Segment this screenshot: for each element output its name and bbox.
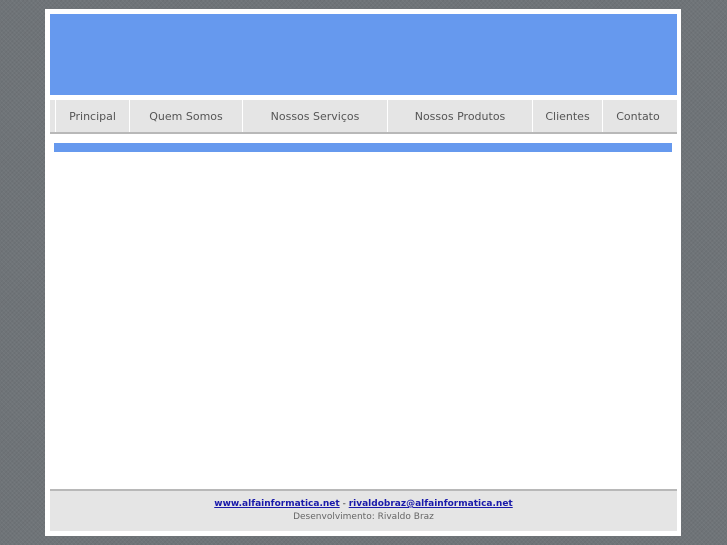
nav-item-nossos-produtos[interactable]: Nossos Produtos <box>388 100 533 132</box>
email-link[interactable]: rivaldobraz@alfainformatica.net <box>349 499 513 509</box>
nav-item-principal[interactable]: Principal <box>56 100 130 132</box>
footer-links: www.alfainformatica.net - rivaldobraz@al… <box>50 498 677 510</box>
content-top-bar <box>54 143 672 152</box>
nav-item-contato[interactable]: Contato <box>603 100 673 132</box>
header-banner <box>50 14 677 95</box>
nav-item-nossos-servicos[interactable]: Nossos Serviços <box>243 100 388 132</box>
footer-separator: - <box>342 499 346 509</box>
page-container: Principal Quem Somos Nossos Serviços Nos… <box>45 9 681 536</box>
footer-credit: Desenvolvimento: Rivaldo Braz <box>293 512 434 522</box>
nav-item-quem-somos[interactable]: Quem Somos <box>130 100 243 132</box>
site-link[interactable]: www.alfainformatica.net <box>214 499 339 509</box>
footer: www.alfainformatica.net - rivaldobraz@al… <box>50 489 677 531</box>
nav-item-clientes[interactable]: Clientes <box>533 100 603 132</box>
main-nav: Principal Quem Somos Nossos Serviços Nos… <box>50 100 677 134</box>
